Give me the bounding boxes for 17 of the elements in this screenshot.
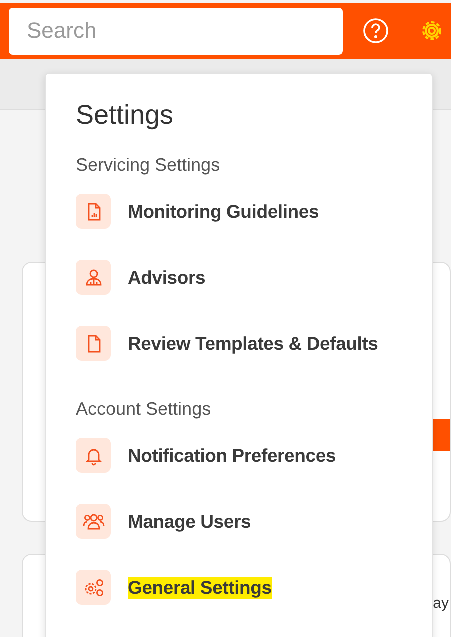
menu-item[interactable]: Advisors	[128, 266, 206, 288]
menu-title: Settings	[76, 100, 174, 131]
menu-item[interactable]: Manage Users	[128, 510, 252, 532]
accent-bar	[432, 419, 450, 451]
card-heading: ay	[433, 595, 449, 612]
users-icon	[82, 512, 104, 532]
person-icon	[84, 268, 104, 288]
help-button[interactable]	[362, 17, 390, 45]
menu-item[interactable]: Review Templates & Defaults	[128, 332, 378, 354]
help-icon	[363, 18, 389, 44]
menu-item[interactable]: General Settings	[128, 576, 272, 598]
search-field[interactable]: Search	[9, 8, 343, 54]
menu-item[interactable]: Monitoring Guidelines	[128, 200, 320, 222]
menu-item[interactable]: Notification Preferences	[128, 444, 336, 466]
gears-icon	[82, 578, 104, 598]
section-heading: Servicing Settings	[76, 155, 220, 176]
section-heading: Account Settings	[76, 399, 212, 420]
